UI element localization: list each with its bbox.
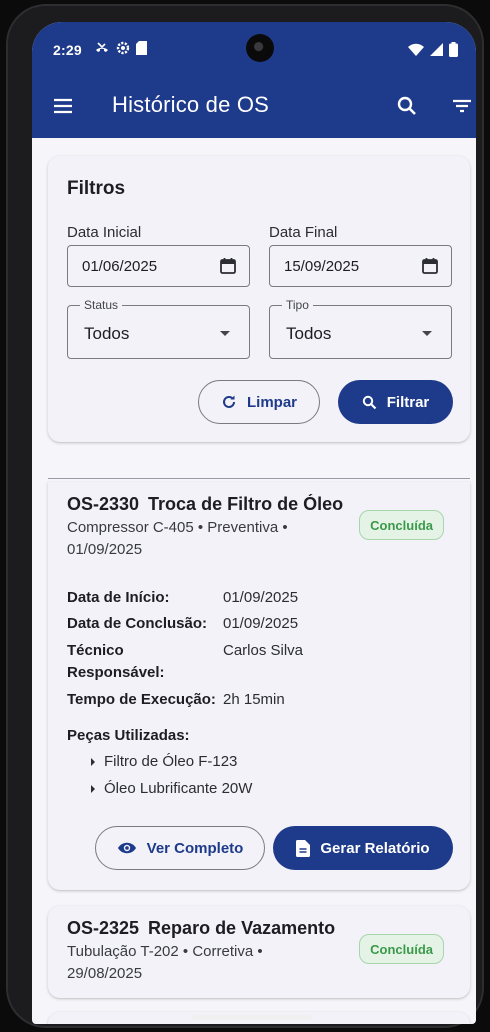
- filter-list-icon[interactable]: [450, 94, 474, 118]
- end-date-field[interactable]: 15/09/2025: [269, 245, 452, 287]
- service-order-card[interactable]: OS-2325 Reparo de Vazamento Tubulação T-2…: [48, 906, 470, 998]
- filters-card: Filtros Data Inicial 01/06/2025 Data Fin…: [48, 156, 470, 442]
- type-select-label: Tipo: [282, 298, 313, 312]
- generate-report-button-label: Gerar Relatório: [320, 839, 430, 857]
- calendar-icon[interactable]: [421, 257, 439, 275]
- status-select-label: Status: [80, 298, 123, 312]
- part-name: Óleo Lubrificante 20W: [104, 780, 253, 797]
- filters-heading: Filtros: [67, 178, 126, 199]
- end-date-value: 15/09/2025: [284, 258, 360, 275]
- search-icon: [362, 395, 377, 409]
- order-name: Troca de Filtro de Óleo: [148, 494, 344, 514]
- detail-label-tech: Técnico Responsável:: [67, 642, 165, 681]
- part-name: Filtro de Óleo F-123: [104, 753, 238, 770]
- eye-icon: [117, 842, 136, 854]
- calendar-icon[interactable]: [219, 257, 237, 275]
- status-select-value: Todos: [84, 324, 130, 343]
- status-bar: 2:29: [32, 22, 476, 72]
- sd-card-icon: [136, 41, 147, 55]
- start-date-field[interactable]: 01/06/2025: [67, 245, 250, 287]
- start-date-label: Data Inicial: [67, 224, 142, 241]
- dropdown-arrow-icon: [422, 331, 432, 336]
- page-title: Histórico de OS: [112, 92, 270, 117]
- list-item: Óleo Lubrificante 20W: [91, 780, 252, 797]
- status-badge: Concluída: [359, 510, 444, 540]
- menu-icon[interactable]: [51, 94, 75, 118]
- refresh-icon: [223, 395, 235, 408]
- list-divider: [48, 478, 470, 479]
- detail-value-time: 2h 15min: [223, 691, 285, 708]
- detail-value-start: 01/09/2025: [223, 589, 299, 606]
- bullet-arrow-icon: [91, 757, 95, 766]
- document-icon: [296, 839, 311, 857]
- bullet-arrow-icon: [91, 784, 95, 793]
- screen: 2:29 Histórico de OS Filtros Data Inicia…: [32, 22, 476, 1024]
- order-title: OS-2330 Troca de Filtro de Óleo: [67, 494, 349, 515]
- list-item: Filtro de Óleo F-123: [91, 753, 237, 770]
- order-code: OS-2330: [67, 494, 140, 514]
- type-select-value: Todos: [286, 324, 332, 343]
- order-subtitle: Tubulação T-202 • Corretiva • 29/08/2025: [67, 943, 263, 982]
- home-indicator[interactable]: [192, 1015, 312, 1020]
- view-full-button-label: Ver Completo: [146, 839, 244, 857]
- settings-icon: [116, 41, 130, 55]
- generate-report-button[interactable]: Gerar Relatório: [273, 826, 453, 870]
- battery-icon: [449, 42, 458, 57]
- app-bar: Histórico de OS: [32, 72, 476, 138]
- missed-call-icon: [96, 42, 108, 52]
- order-title: OS-2325 Reparo de Vazamento: [67, 918, 349, 939]
- detail-label-end: Data de Conclusão:: [67, 615, 208, 632]
- order-code: OS-2325: [67, 918, 140, 938]
- service-order-card[interactable]: OS-2330 Troca de Filtro de Óleo Compresso…: [48, 482, 470, 890]
- order-subtitle: Compressor C-405 • Preventiva • 01/09/20…: [67, 519, 288, 558]
- front-camera: [246, 34, 274, 62]
- clear-button[interactable]: Limpar: [198, 380, 320, 424]
- phone-frame: 2:29 Histórico de OS Filtros Data Inicia…: [6, 4, 484, 1028]
- signal-icon: [430, 43, 443, 56]
- view-full-button[interactable]: Ver Completo: [95, 826, 265, 870]
- content-scroll[interactable]: Filtros Data Inicial 01/06/2025 Data Fin…: [32, 138, 476, 1024]
- type-select[interactable]: Tipo Todos: [269, 298, 452, 359]
- parts-heading: Peças Utilizadas:: [67, 727, 190, 744]
- filter-button[interactable]: Filtrar: [338, 380, 453, 424]
- detail-label-start: Data de Início:: [67, 589, 170, 606]
- gesture-nav-bar: [24, 1004, 468, 1024]
- detail-value-end: 01/09/2025: [223, 615, 299, 632]
- status-badge: Concluída: [359, 934, 444, 964]
- detail-value-tech: Carlos Silva: [223, 642, 304, 659]
- search-icon[interactable]: [395, 94, 419, 118]
- clear-button-label: Limpar: [246, 393, 297, 411]
- wifi-icon: [408, 43, 424, 56]
- end-date-label: Data Final: [269, 224, 338, 241]
- start-date-value: 01/06/2025: [82, 258, 158, 275]
- status-select[interactable]: Status Todos: [67, 298, 250, 359]
- filter-button-label: Filtrar: [386, 393, 430, 411]
- dropdown-arrow-icon: [220, 331, 230, 336]
- detail-label-time: Tempo de Execução:: [67, 691, 216, 708]
- order-name: Reparo de Vazamento: [148, 918, 336, 938]
- status-time: 2:29: [53, 42, 82, 58]
